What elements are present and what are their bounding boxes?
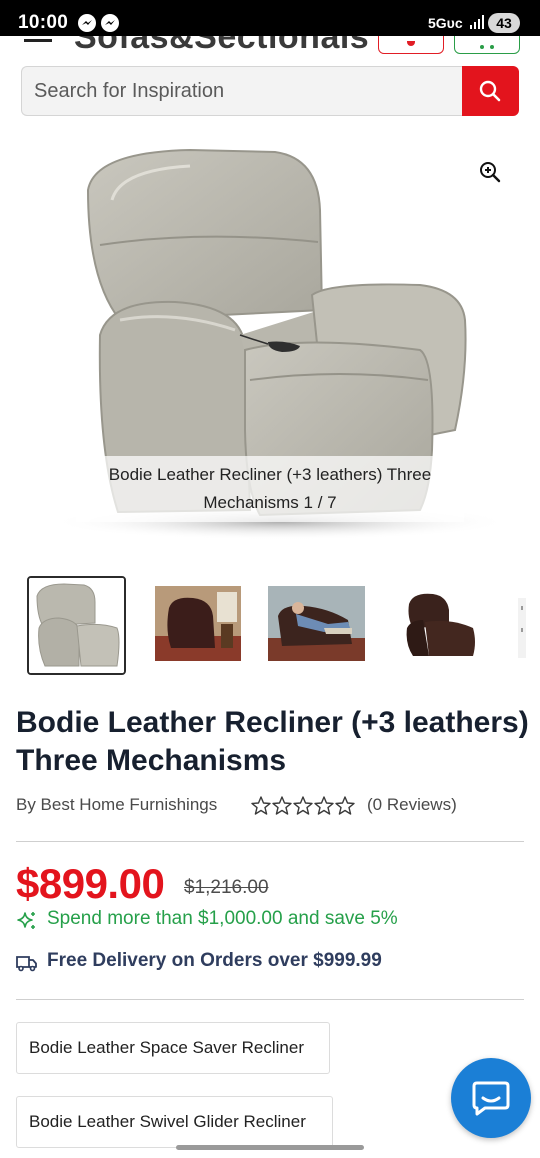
variant-option[interactable]: Bodie Leather Space Saver Recliner: [16, 1022, 330, 1074]
cart-icon-wheel: [490, 45, 494, 49]
star-icon: [335, 796, 355, 815]
rating-stars[interactable]: [251, 795, 357, 817]
truck-icon: [16, 956, 37, 972]
messenger-notification-icon: [78, 14, 96, 32]
thumbnail-1[interactable]: [27, 576, 126, 675]
product-title: Bodie Leather Recliner (+3 leathers) Thr…: [16, 706, 529, 777]
search-bar: [21, 66, 519, 116]
sparkle-icon: [17, 912, 35, 929]
star-icon: [251, 796, 271, 815]
search-icon: [479, 80, 501, 102]
variant-option[interactable]: Bodie Leather Swivel Glider Recliner: [16, 1096, 333, 1148]
original-price: $1,216.00: [184, 877, 269, 898]
sale-price: $899.00: [16, 860, 165, 907]
cart-icon: [480, 45, 484, 49]
signal-icon: [470, 15, 484, 29]
zoom-in-icon[interactable]: [478, 160, 502, 184]
chat-bubble-icon: [472, 1081, 510, 1116]
heart-icon: [407, 41, 415, 46]
thumbnail-4[interactable]: [393, 586, 479, 661]
star-icon: [314, 796, 334, 815]
search-button[interactable]: [462, 66, 519, 116]
image-caption: Bodie Leather Recliner (+3 leathers) Thr…: [76, 456, 464, 522]
home-indicator[interactable]: [176, 1145, 364, 1150]
star-icon: [272, 796, 292, 815]
status-time: 10:00: [18, 12, 69, 33]
site-logo[interactable]: Sofas&Sectionals: [74, 36, 369, 56]
wishlist-button[interactable]: [378, 36, 444, 54]
thumbnail-strip: [0, 572, 540, 678]
star-icon: [293, 796, 313, 815]
divider: [16, 841, 524, 842]
review-count-link[interactable]: (0 Reviews): [367, 795, 457, 815]
delivery-message: Free Delivery on Orders over $999.99: [47, 950, 382, 971]
thumbnail-3[interactable]: [268, 586, 365, 661]
promo-message: Spend more than $1,000.00 and save 5%: [47, 908, 398, 929]
search-input[interactable]: [21, 66, 463, 116]
site-header: Sofas&Sectionals: [0, 36, 540, 56]
brand-link[interactable]: By Best Home Furnishings: [16, 795, 217, 815]
battery-indicator: 43: [488, 13, 520, 33]
messenger-notification-icon-2: [101, 14, 119, 32]
thumbnail-5[interactable]: [518, 598, 526, 658]
thumbnail-2[interactable]: [155, 586, 241, 661]
network-type: 5Gᴜᴄ: [428, 15, 463, 31]
menu-icon[interactable]: [24, 36, 52, 42]
cart-button[interactable]: [454, 36, 520, 54]
chat-button[interactable]: [451, 1058, 531, 1138]
divider: [16, 999, 524, 1000]
